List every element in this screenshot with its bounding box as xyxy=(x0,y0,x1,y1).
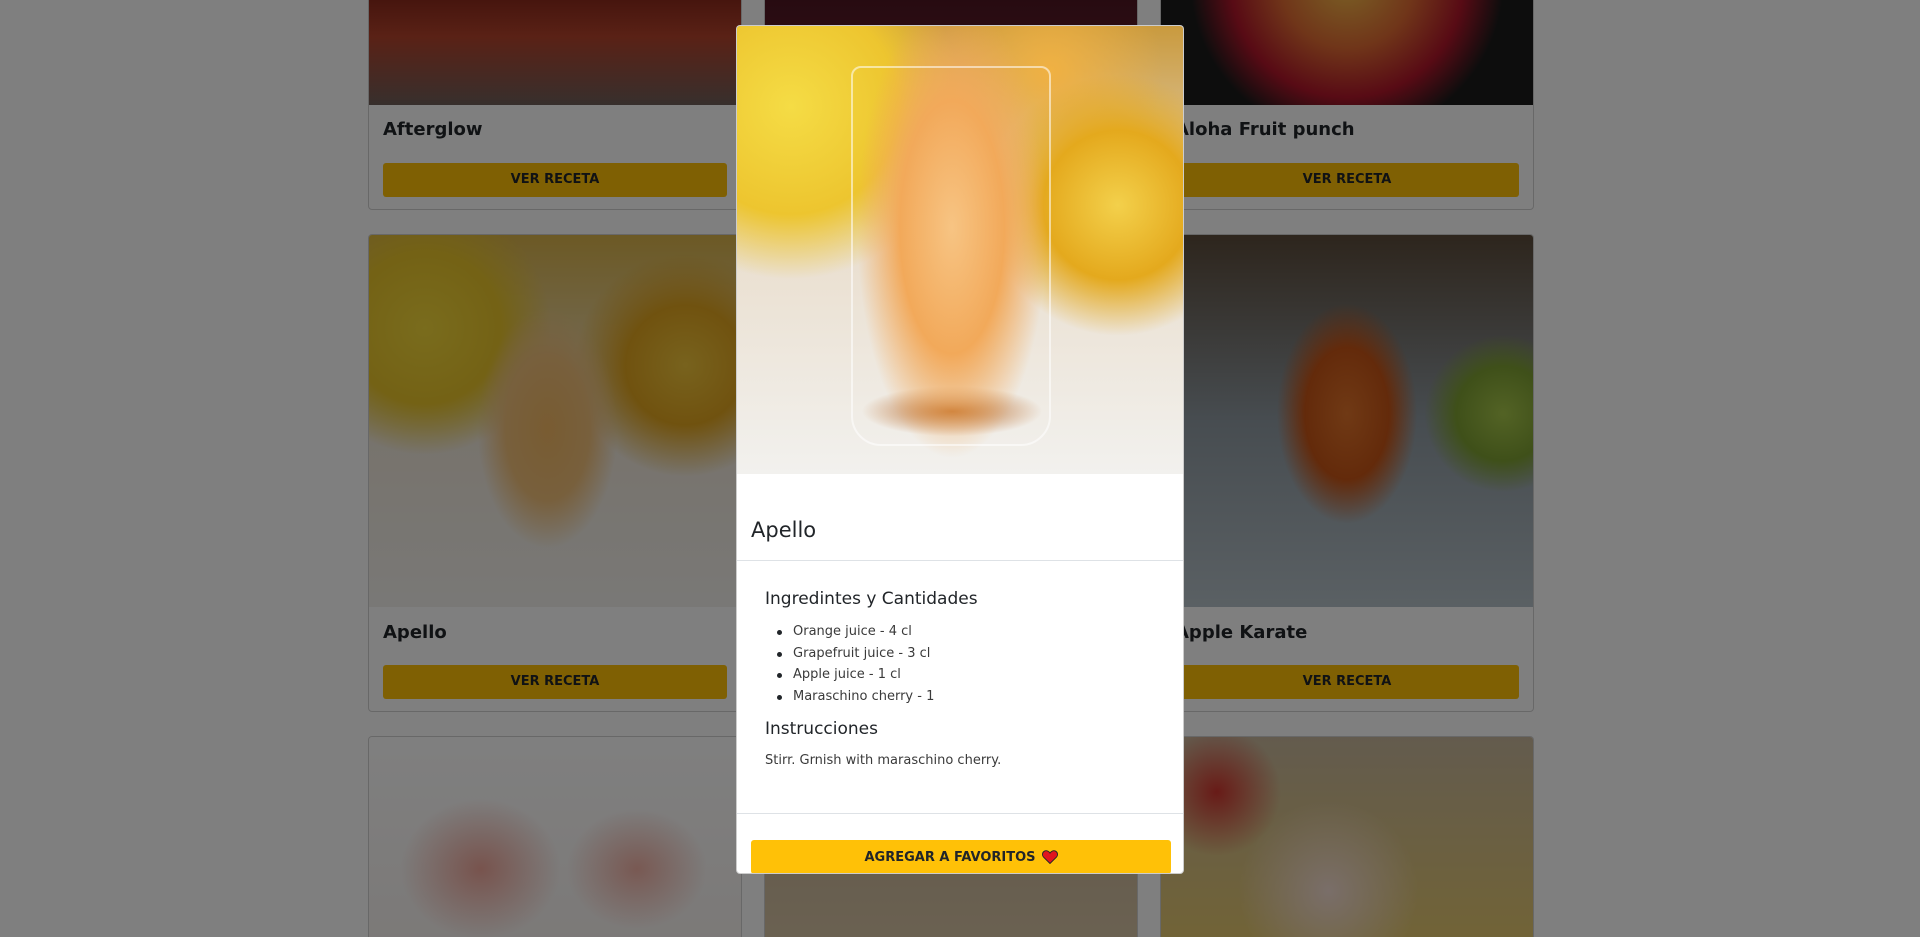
modal-title: Apello xyxy=(751,518,817,542)
instructions-text: Stirr. Grnish with maraschino cherry. xyxy=(765,753,1002,768)
add-to-favorites-button[interactable]: AGREGAR A FAVORITOS xyxy=(751,840,1171,873)
ingredient-item: Orange juice - 4 cl xyxy=(765,621,1157,643)
ingredient-item: Maraschino cherry - 1 xyxy=(765,686,1157,708)
drink-photo xyxy=(737,26,1183,474)
glass-illustration xyxy=(851,66,1051,446)
add-to-favorites-label: AGREGAR A FAVORITOS xyxy=(864,849,1036,865)
instructions-heading: Instrucciones xyxy=(765,719,878,739)
ingredient-item: Apple juice - 1 cl xyxy=(765,664,1157,686)
ingredients-list: Orange juice - 4 cl Grapefruit juice - 3… xyxy=(765,621,1157,708)
heart-icon xyxy=(1041,850,1058,865)
recipe-modal: Apello Ingredintes y Cantidades Orange j… xyxy=(736,25,1184,874)
modal-header: Apello xyxy=(737,474,1183,561)
modal-footer: AGREGAR A FAVORITOS xyxy=(737,813,1183,873)
ingredient-item: Grapefruit juice - 3 cl xyxy=(765,643,1157,665)
ingredients-heading: Ingredintes y Cantidades xyxy=(765,589,978,609)
